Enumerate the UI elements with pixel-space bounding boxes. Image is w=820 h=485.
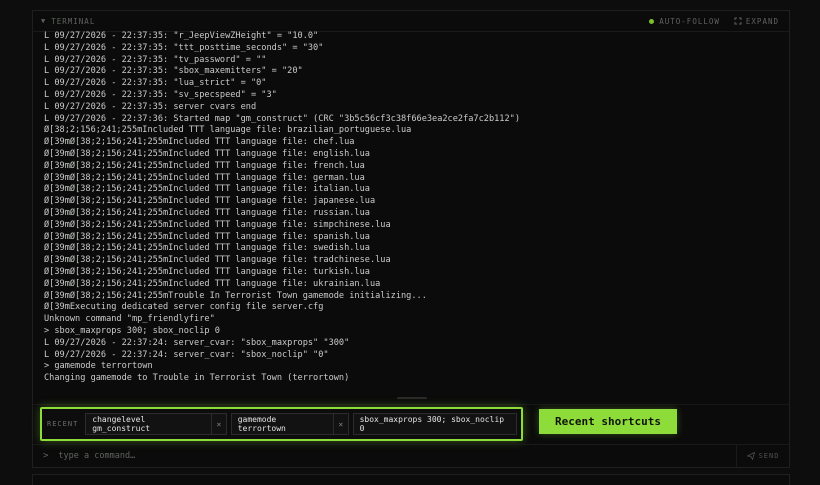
log-line: L 09/27/2026 - 22:37:35: "sbox_maxemitte… xyxy=(44,66,303,77)
command-input[interactable] xyxy=(56,446,736,466)
log-line: Ø[39mØ[38;2;156;241;255mIncluded TTT lan… xyxy=(44,231,370,242)
send-button[interactable]: SEND xyxy=(736,445,789,467)
recent-shortcuts-button[interactable]: Recent shortcuts xyxy=(539,409,677,434)
recent-chip-changelevel[interactable]: changelevel gm_construct × xyxy=(85,413,227,435)
expand-label: EXPAND xyxy=(745,16,779,26)
log-line: Ø[39mØ[38;2;156;241;255mIncluded TTT lan… xyxy=(44,137,355,148)
command-input-bar: > SEND xyxy=(33,444,789,467)
terminal-panel: ▼ TERMINAL AUTO-FOLLOW EXPAND L 09/27/20… xyxy=(32,10,790,468)
recent-chip-text[interactable]: changelevel gm_construct xyxy=(86,415,211,433)
recent-chip-gamemode[interactable]: gamemode terrortown × xyxy=(230,413,349,435)
resize-handle[interactable] xyxy=(397,397,427,399)
send-label: SEND xyxy=(758,452,780,460)
log-line: Ø[38;2;156;241;255mIncluded TTT language… xyxy=(44,125,412,136)
log-line: Ø[39mØ[38;2;156;241;255mIncluded TTT lan… xyxy=(44,196,376,207)
chevron-down-icon[interactable]: ▼ xyxy=(41,17,46,25)
log-line: L 09/27/2026 - 22:37:24: server_cvar: "s… xyxy=(44,349,329,360)
log-line: Ø[39mØ[38;2;156;241;255mIncluded TTT lan… xyxy=(44,243,370,254)
recent-commands-bar: RECENT changelevel gm_construct × gamemo… xyxy=(40,407,523,441)
log-line: L 09/27/2026 - 22:37:36: Started map "gm… xyxy=(44,113,520,124)
log-line: L 09/27/2026 - 22:37:35: "r_JeepViewZHei… xyxy=(44,31,319,41)
log-line: L 09/27/2026 - 22:37:35: "tv_password" =… xyxy=(44,54,267,65)
terminal-title: TERMINAL xyxy=(51,16,96,26)
auto-follow-toggle[interactable]: AUTO-FOLLOW xyxy=(649,17,720,26)
auto-follow-label: AUTO-FOLLOW xyxy=(659,16,720,26)
expand-icon xyxy=(734,17,742,25)
divider xyxy=(33,404,789,405)
recent-label: RECENT xyxy=(47,420,79,428)
log-line: L 09/27/2026 - 22:37:35: server cvars en… xyxy=(44,101,257,112)
log-line: Changing gamemode to Trouble in Terroris… xyxy=(44,373,350,384)
recent-chip-sbox[interactable]: sbox_maxprops 300; sbox_noclip 0 xyxy=(352,413,517,435)
log-line: Ø[39mØ[38;2;156;241;255mIncluded TTT lan… xyxy=(44,278,381,289)
log-line: Unknown command "mp_friendlyfire" xyxy=(44,314,215,325)
terminal-output[interactable]: L 09/27/2026 - 22:37:35: "r_JeepViewZHei… xyxy=(44,31,781,394)
close-icon[interactable]: × xyxy=(211,414,226,434)
prompt-icon: > xyxy=(43,451,49,461)
log-line: > gamemode terrortown xyxy=(44,361,153,372)
close-icon[interactable]: × xyxy=(332,414,348,434)
log-line: L 09/27/2026 - 22:37:24: server_cvar: "s… xyxy=(44,337,350,348)
log-line: Ø[39mExecuting dedicated server config f… xyxy=(44,302,324,313)
terminal-titlebar: ▼ TERMINAL AUTO-FOLLOW EXPAND xyxy=(33,11,789,32)
log-line: Ø[39mØ[38;2;156;241;255mIncluded TTT lan… xyxy=(44,148,370,159)
log-line: Ø[39mØ[38;2;156;241;255mIncluded TTT lan… xyxy=(44,172,365,183)
log-line: Ø[39mØ[38;2;156;241;255mIncluded TTT lan… xyxy=(44,184,370,195)
log-line: Ø[39mØ[38;2;156;241;255mIncluded TTT lan… xyxy=(44,219,391,230)
log-line: L 09/27/2026 - 22:37:35: "ttt_posttime_s… xyxy=(44,42,324,53)
status-dot-icon xyxy=(649,18,655,24)
expand-button[interactable]: EXPAND xyxy=(734,17,779,26)
log-line: Ø[39mØ[38;2;156;241;255mIncluded TTT lan… xyxy=(44,160,365,171)
log-line: > sbox_maxprops 300; sbox_noclip 0 xyxy=(44,325,220,336)
bottom-panel-edge xyxy=(32,474,790,485)
log-line: Ø[39mØ[38;2;156;241;255mIncluded TTT lan… xyxy=(44,266,370,277)
log-line: L 09/27/2026 - 22:37:35: "sv_specspeed" … xyxy=(44,89,277,100)
log-line: Ø[39mØ[38;2;156;241;255mTrouble In Terro… xyxy=(44,290,427,301)
log-line: Ø[39mØ[38;2;156;241;255mIncluded TTT lan… xyxy=(44,255,391,266)
send-icon xyxy=(746,452,755,460)
log-line: L 09/27/2026 - 22:37:35: "lua_strict" = … xyxy=(44,78,267,89)
recent-chip-text[interactable]: sbox_maxprops 300; sbox_noclip 0 xyxy=(354,415,516,433)
recent-chip-text[interactable]: gamemode terrortown xyxy=(232,415,333,433)
log-line: Ø[39mØ[38;2;156;241;255mIncluded TTT lan… xyxy=(44,207,370,218)
